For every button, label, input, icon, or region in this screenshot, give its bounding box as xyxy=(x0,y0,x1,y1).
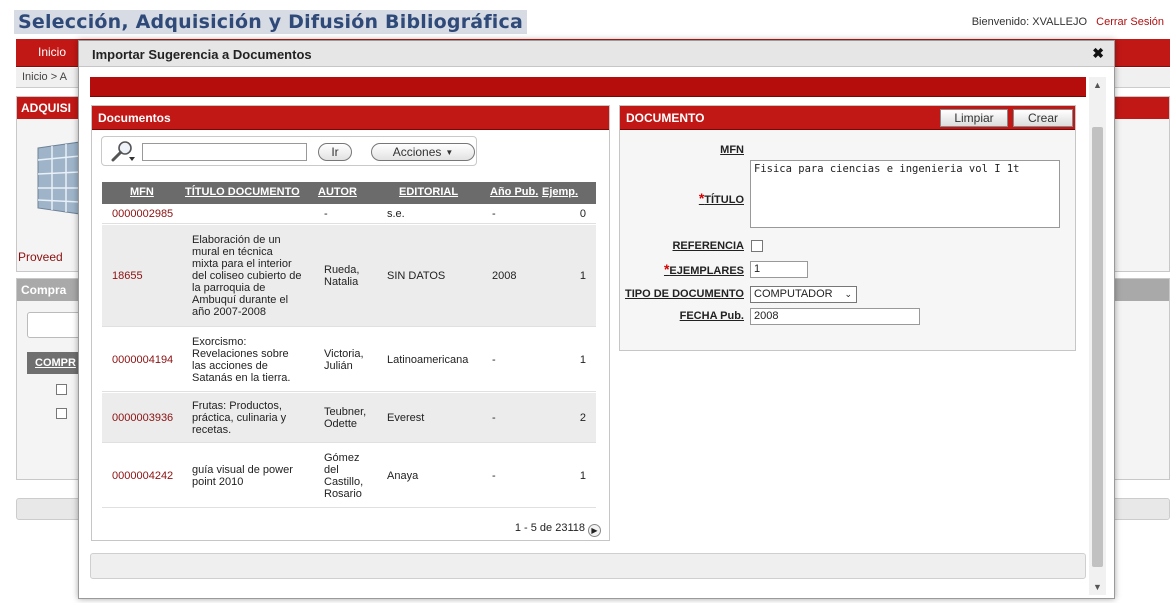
row-autor: - xyxy=(324,208,328,220)
row-titulo: Exorcismo: Revelaciones sobre las accion… xyxy=(192,336,291,384)
table-row[interactable]: 18655 Elaboración de un mural en técnica… xyxy=(102,225,596,327)
pager-text: 1 - 5 de 23118 xyxy=(514,522,585,534)
building-icon xyxy=(37,141,81,215)
pager: 1 - 5 de 23118 ▶ xyxy=(515,522,601,537)
search-input[interactable] xyxy=(142,143,307,161)
referencia-label: REFERENCIA xyxy=(672,240,744,252)
dialog-scrollbar[interactable]: ▲ ▼ xyxy=(1089,77,1106,595)
col-mfn[interactable]: MFN xyxy=(130,186,154,198)
user-bar: Bienvenido: XVALLEJO Cerrar Sesión xyxy=(972,16,1164,28)
documento-form: DOCUMENTO Limpiar Crear MFN *TÍTULO Fisi… xyxy=(619,105,1076,351)
row-mfn-link[interactable]: 0000004242 xyxy=(112,444,173,508)
clear-button[interactable]: Limpiar xyxy=(940,109,1008,127)
chevron-down-icon: ⌄ xyxy=(844,289,852,299)
app-title: Selección, Adquisición y Difusión Biblio… xyxy=(14,10,527,34)
dialog-red-band xyxy=(90,77,1086,97)
row-ejemp: 2 xyxy=(579,412,586,424)
col-autor[interactable]: AUTOR xyxy=(318,186,357,198)
col-titulo[interactable]: TÍTULO DOCUMENTO xyxy=(185,186,300,198)
bg-row-checkbox[interactable] xyxy=(56,384,67,395)
documentos-title: Documentos xyxy=(92,106,609,130)
titulo-label: TÍTULO xyxy=(704,194,744,206)
row-anio: - xyxy=(492,208,496,220)
row-editorial: SIN DATOS xyxy=(387,270,446,282)
row-titulo: Elaboración de un mural en técnica mixta… xyxy=(192,234,302,318)
row-anio: - xyxy=(492,354,496,366)
tipo-label: TIPO DE DOCUMENTO xyxy=(625,288,744,300)
row-editorial: Everest xyxy=(387,412,425,424)
row-mfn-link[interactable]: 0000003936 xyxy=(112,393,173,443)
scroll-down-icon[interactable]: ▼ xyxy=(1089,579,1106,595)
table-header: MFN TÍTULO DOCUMENTO AUTOR EDITORIAL Año… xyxy=(102,182,596,204)
row-mfn-link[interactable]: 0000002985 xyxy=(112,204,173,224)
scroll-thumb[interactable] xyxy=(1092,127,1103,567)
dialog-header: Importar Sugerencia a Documentos ✖ xyxy=(79,41,1114,67)
row-titulo: guía visual de power point 2010 xyxy=(192,464,293,488)
table-row[interactable]: 0000002985 - s.e. - 0 xyxy=(102,204,596,224)
fecha-label: FECHA Pub. xyxy=(679,310,744,322)
table-row[interactable]: 0000004242 guía visual de power point 20… xyxy=(102,444,596,508)
bg-link-proveedores[interactable]: Proveed xyxy=(18,250,63,264)
row-autor: Rueda, Natalia xyxy=(324,264,360,288)
documento-title: DOCUMENTO xyxy=(626,111,705,125)
dialog-footer xyxy=(90,553,1086,579)
tipo-select[interactable]: COMPUTADOR ⌄ xyxy=(750,286,857,303)
row-editorial: s.e. xyxy=(387,208,405,220)
titulo-textarea[interactable]: Fisica para ciencias e ingenieria vol I … xyxy=(750,160,1060,228)
row-mfn-link[interactable]: 0000004194 xyxy=(112,328,173,392)
docs-toolbar: Ir Acciones ▼ xyxy=(101,136,477,166)
fecha-input[interactable]: 2008 xyxy=(750,308,920,325)
row-editorial: Anaya xyxy=(387,470,419,482)
row-anio: 2008 xyxy=(492,270,517,282)
nav-item-inicio[interactable]: Inicio xyxy=(16,39,74,65)
dialog-title: Importar Sugerencia a Documentos xyxy=(92,47,312,62)
referencia-checkbox[interactable] xyxy=(751,240,763,252)
row-autor: Victoria, Julián xyxy=(324,348,364,372)
actions-button[interactable]: Acciones ▼ xyxy=(371,143,475,161)
bg-search-box[interactable] xyxy=(27,312,83,338)
create-button[interactable]: Crear xyxy=(1013,109,1073,127)
welcome-text: Bienvenido: XVALLEJO xyxy=(971,16,1088,28)
bg-row-checkbox[interactable] xyxy=(56,408,67,419)
row-ejemp: 0 xyxy=(579,208,586,220)
ejemplares-input[interactable]: 1 xyxy=(750,261,808,278)
row-editorial: Latinoamericana xyxy=(387,354,469,366)
row-autor: Gómez del Castillo, Rosario xyxy=(324,452,364,500)
row-anio: - xyxy=(492,470,496,482)
actions-label: Acciones xyxy=(392,145,442,159)
row-ejemp: 1 xyxy=(579,354,586,366)
table-row[interactable]: 0000004194 Exorcismo: Revelaciones sobre… xyxy=(102,328,596,392)
row-ejemp: 1 xyxy=(579,270,586,282)
ejemplares-label-wrap: *EJEMPLARES xyxy=(664,261,744,277)
scroll-up-icon[interactable]: ▲ xyxy=(1089,77,1106,93)
row-autor: Teubner, Odette xyxy=(324,406,367,430)
close-icon[interactable]: ✖ xyxy=(1092,45,1104,62)
logout-link[interactable]: Cerrar Sesión xyxy=(1096,16,1164,28)
col-ejemp[interactable]: Ejemp. xyxy=(542,186,578,198)
mfn-label: MFN xyxy=(720,144,744,156)
table-row[interactable]: 0000003936 Frutas: Productos, práctica, … xyxy=(102,393,596,443)
col-editorial[interactable]: EDITORIAL xyxy=(399,186,458,198)
row-anio: - xyxy=(492,412,496,424)
row-mfn-link[interactable]: 18655 xyxy=(112,225,143,327)
row-titulo xyxy=(192,204,302,224)
row-ejemp: 1 xyxy=(579,470,586,482)
caret-down-icon: ▼ xyxy=(445,148,454,157)
col-anio[interactable]: Año Pub. xyxy=(490,186,538,198)
titulo-label-wrap: *TÍTULO xyxy=(699,190,744,206)
ejemplares-label: EJEMPLARES xyxy=(669,265,744,277)
search-options-icon[interactable] xyxy=(110,140,136,162)
documentos-panel: Documentos Ir Acciones ▼ MFN TÍTULO DOCUM… xyxy=(91,105,610,541)
documento-header: DOCUMENTO Limpiar Crear xyxy=(620,106,1075,130)
tipo-value: COMPUTADOR xyxy=(754,288,833,300)
go-button[interactable]: Ir xyxy=(318,143,352,161)
import-dialog: Importar Sugerencia a Documentos ✖ ▲ ▼ D… xyxy=(78,40,1115,599)
next-page-icon[interactable]: ▶ xyxy=(588,524,601,537)
row-titulo: Frutas: Productos, práctica, culinaria y… xyxy=(192,400,287,436)
